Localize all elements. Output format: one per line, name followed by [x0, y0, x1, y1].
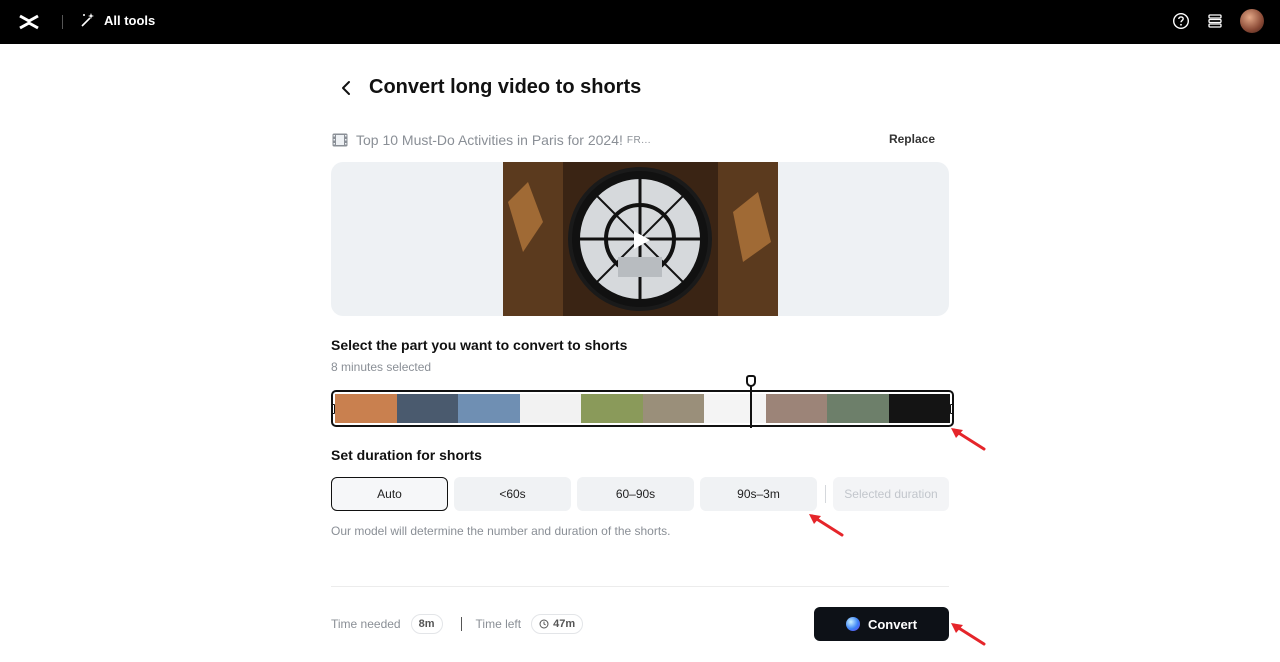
play-icon[interactable] [629, 228, 653, 252]
annotation-arrow-icon [809, 514, 844, 537]
top-bar: All tools [0, 0, 1280, 44]
timeline-right-handle[interactable] [950, 404, 952, 414]
time-info: Time needed 8m Time left 47m [331, 614, 584, 634]
timeline-frame [888, 394, 950, 423]
time-needed-value: 8m [418, 618, 435, 630]
duration-hint: Our model will determine the number and … [331, 524, 671, 538]
footer-separator [460, 617, 462, 631]
time-needed-label: Time needed [331, 617, 401, 631]
capcut-logo-icon[interactable] [18, 11, 40, 33]
duration-option-60-90s[interactable]: 60–90s [577, 477, 694, 511]
timeline-frame [704, 394, 766, 423]
help-circle-icon[interactable] [1172, 12, 1190, 30]
film-icon [332, 133, 348, 147]
footer-divider [331, 586, 949, 587]
duration-option-under-60s[interactable]: <60s [454, 477, 571, 511]
video-thumbnail[interactable] [503, 162, 778, 316]
timeline-frame [458, 394, 520, 423]
timeline-frame [581, 394, 643, 423]
annotation-arrow-icon [951, 623, 986, 646]
layers-icon[interactable] [1206, 12, 1224, 30]
duration-title: Set duration for shorts [331, 447, 482, 463]
timeline-frame [396, 394, 458, 423]
timeline-frames [335, 394, 950, 423]
duration-separator [825, 485, 826, 503]
user-avatar[interactable] [1240, 9, 1264, 33]
file-name-suffix: FR... [626, 134, 652, 146]
clock-icon [539, 619, 549, 629]
timeline-strip[interactable] [331, 390, 954, 427]
back-arrow-icon[interactable] [336, 78, 356, 98]
select-part-title: Select the part you want to convert to s… [331, 337, 628, 353]
timeline-left-handle[interactable] [333, 404, 335, 414]
time-left-badge: 47m [531, 614, 584, 634]
page-title: Convert long video to shorts [369, 76, 642, 98]
time-needed-badge: 8m [410, 614, 443, 634]
time-left-value: 47m [553, 618, 576, 630]
duration-option-90s-3m[interactable]: 90s–3m [700, 477, 817, 511]
file-name: Top 10 Must-Do Activities in Paris for 2… [356, 132, 623, 148]
duration-option-auto[interactable]: Auto [331, 477, 448, 511]
convert-label: Convert [867, 616, 918, 632]
video-preview-area [331, 162, 949, 316]
timeline-frame [765, 394, 827, 423]
timeline-frame [335, 394, 397, 423]
magic-wand-icon [81, 13, 94, 27]
replace-button[interactable]: Replace [889, 132, 935, 146]
ai-orb-icon [845, 617, 860, 631]
selected-duration-button[interactable]: Selected duration [833, 477, 949, 511]
topbar-divider [62, 15, 63, 29]
convert-button[interactable]: Convert [814, 607, 949, 641]
timeline-frame [519, 394, 581, 423]
all-tools-link[interactable]: All tools [80, 12, 155, 28]
timeline-frame [642, 394, 704, 423]
file-row: Top 10 Must-Do Activities in Paris for 2… [332, 130, 949, 150]
playhead-knob[interactable] [746, 375, 756, 387]
selected-minutes-text: 8 minutes selected [331, 360, 432, 374]
all-tools-label: All tools [104, 12, 156, 28]
timeline-frame [827, 394, 889, 423]
annotation-arrow-icon [951, 428, 986, 451]
duration-options: Auto <60s 60–90s 90s–3m Selected duratio… [331, 477, 949, 511]
time-left-label: Time left [475, 617, 522, 631]
